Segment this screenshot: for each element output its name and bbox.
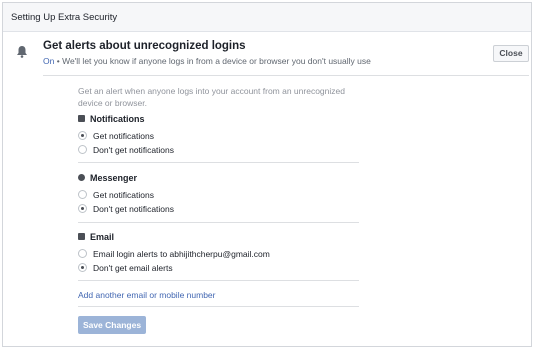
radio-button[interactable] xyxy=(78,249,87,259)
radio-button[interactable] xyxy=(78,190,87,200)
radio-button[interactable] xyxy=(78,263,87,273)
save-changes-button[interactable]: Save Changes xyxy=(78,316,146,334)
section-messenger-title: Messenger xyxy=(78,173,137,183)
bell-icon xyxy=(17,46,27,58)
radio-notifications-get[interactable]: Get notifications xyxy=(78,131,154,141)
add-contact-link[interactable]: Add another email or mobile number xyxy=(78,290,216,300)
radio-email-dont-get[interactable]: Don't get email alerts xyxy=(78,263,173,273)
status-separator: • xyxy=(56,56,60,66)
close-button[interactable]: Close xyxy=(493,45,529,62)
radio-email-alerts[interactable]: Email login alerts to abhijithcherpu@gma… xyxy=(78,249,270,259)
radio-button[interactable] xyxy=(78,145,87,155)
alert-subtitle-text: We'll let you know if anyone logs in fro… xyxy=(62,56,371,66)
divider xyxy=(43,75,529,76)
radio-button[interactable] xyxy=(78,131,87,141)
dialog-title: Setting Up Extra Security xyxy=(11,12,118,23)
radio-messenger-get[interactable]: Get notifications xyxy=(78,190,154,200)
section-divider xyxy=(78,222,359,223)
settings-description: Get an alert when anyone logs into your … xyxy=(78,86,345,108)
radio-label: Email login alerts to abhijithcherpu@gma… xyxy=(93,249,270,259)
radio-label: Get notifications xyxy=(93,190,154,200)
section-divider xyxy=(78,280,359,281)
radio-label: Get notifications xyxy=(93,131,154,141)
section-divider xyxy=(78,306,359,307)
alert-status: On xyxy=(43,56,55,66)
radio-notifications-dont-get[interactable]: Don't get notifications xyxy=(78,145,174,155)
radio-messenger-dont-get[interactable]: Don't get notifications xyxy=(78,204,174,214)
messenger-icon xyxy=(78,174,85,182)
radio-label: Don't get notifications xyxy=(93,204,175,214)
security-dialog: Setting Up Extra Security Get alerts abo… xyxy=(2,2,532,347)
dialog-header: Setting Up Extra Security xyxy=(3,3,531,32)
section-email-title: Email xyxy=(78,232,114,242)
alert-title: Get alerts about unrecognized logins xyxy=(43,40,246,52)
email-icon xyxy=(78,233,85,241)
radio-button[interactable] xyxy=(78,204,87,214)
radio-label: Don't get email alerts xyxy=(93,263,173,273)
facebook-icon xyxy=(78,115,85,123)
radio-label: Don't get notifications xyxy=(93,145,175,155)
section-divider xyxy=(78,162,359,163)
alert-subtitle: On • We'll let you know if anyone logs i… xyxy=(43,56,371,66)
section-notifications-title: Notifications xyxy=(78,114,145,124)
